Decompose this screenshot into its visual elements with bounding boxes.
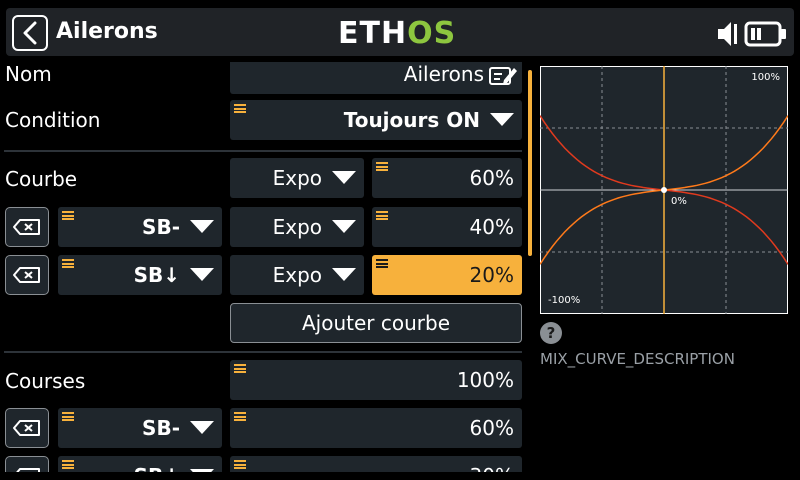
handle-icon bbox=[234, 104, 246, 113]
switch-dropdown[interactable]: SB- bbox=[58, 207, 222, 247]
switch-dropdown[interactable]: SB↓ bbox=[58, 456, 222, 472]
edit-icon bbox=[489, 67, 517, 85]
switch-dropdown[interactable]: SB- bbox=[58, 408, 222, 448]
curve-type-dropdown[interactable]: Expo bbox=[230, 255, 364, 295]
speaker-icon bbox=[718, 22, 737, 46]
graph-min-label: -100% bbox=[548, 295, 581, 306]
curve-graph-svg bbox=[540, 66, 788, 314]
handle-icon bbox=[62, 211, 74, 220]
curve-type-dropdown[interactable]: Expo bbox=[230, 207, 364, 247]
switch-dropdown[interactable]: SB↓ bbox=[58, 255, 222, 295]
curve-value-field-selected[interactable]: 20% bbox=[372, 255, 522, 295]
backspace-icon bbox=[13, 219, 40, 235]
graph-max-label: 100% bbox=[751, 72, 780, 83]
handle-icon bbox=[234, 460, 246, 469]
courbe-label: Courbe bbox=[5, 167, 78, 191]
delete-button[interactable] bbox=[5, 255, 49, 295]
name-field[interactable]: Ailerons bbox=[230, 62, 522, 94]
chevron-left-icon bbox=[23, 21, 37, 45]
chevron-down-icon bbox=[190, 268, 214, 281]
chevron-down-icon bbox=[332, 171, 356, 184]
ethos-logo: ETHOS bbox=[338, 16, 457, 51]
handle-icon bbox=[376, 211, 388, 220]
curve-center-point bbox=[661, 187, 667, 193]
rate-value-field[interactable]: 60% bbox=[230, 408, 522, 448]
chevron-down-icon bbox=[190, 421, 214, 434]
handle-icon bbox=[234, 62, 246, 66]
handle-icon bbox=[234, 412, 246, 421]
nom-label: Nom bbox=[5, 62, 52, 86]
curve-value-field[interactable]: 60% bbox=[372, 158, 522, 198]
curve-description: MIX_CURVE_DESCRIPTION bbox=[540, 350, 735, 368]
courses-label: Courses bbox=[5, 369, 86, 393]
add-curve-button[interactable]: Ajouter courbe bbox=[230, 303, 522, 343]
chevron-down-icon bbox=[332, 220, 356, 233]
backspace-icon bbox=[16, 468, 40, 472]
page-title: Ailerons bbox=[56, 19, 158, 44]
chevron-down-icon bbox=[190, 469, 214, 472]
curve-graph: 100% 0% -100% bbox=[540, 66, 788, 314]
delete-button[interactable] bbox=[5, 408, 49, 448]
chevron-down-icon bbox=[332, 268, 356, 281]
divider bbox=[4, 150, 522, 152]
battery-icon bbox=[744, 21, 786, 47]
delete-button[interactable] bbox=[5, 207, 49, 247]
handle-icon bbox=[62, 259, 74, 268]
status-icons bbox=[716, 18, 788, 50]
handle-icon bbox=[62, 412, 74, 421]
curve-value-field[interactable]: 40% bbox=[372, 207, 522, 247]
back-button[interactable] bbox=[12, 15, 48, 51]
mix-settings-panel: Nom Ailerons Condition Toujours ON Courb… bbox=[0, 62, 530, 472]
handle-icon bbox=[376, 259, 388, 268]
graph-zero-label: 0% bbox=[671, 196, 687, 207]
handle-icon bbox=[234, 364, 246, 373]
handle-icon bbox=[376, 162, 388, 171]
rate-value-field[interactable]: 100% bbox=[230, 360, 522, 400]
help-icon[interactable]: ? bbox=[540, 322, 562, 344]
condition-label: Condition bbox=[5, 108, 101, 132]
delete-button[interactable] bbox=[5, 456, 49, 472]
curve-type-dropdown[interactable]: Expo bbox=[230, 158, 364, 198]
header-bar: Ailerons ETHOS bbox=[0, 0, 800, 62]
backspace-icon bbox=[13, 420, 40, 436]
chevron-down-icon bbox=[490, 113, 514, 126]
scrollbar[interactable] bbox=[528, 70, 532, 256]
chevron-down-icon bbox=[190, 220, 214, 233]
rate-value-field[interactable]: 30% bbox=[230, 456, 522, 472]
handle-icon bbox=[62, 460, 74, 469]
condition-dropdown[interactable]: Toujours ON bbox=[230, 100, 522, 140]
divider bbox=[4, 351, 522, 353]
backspace-icon bbox=[13, 267, 40, 283]
